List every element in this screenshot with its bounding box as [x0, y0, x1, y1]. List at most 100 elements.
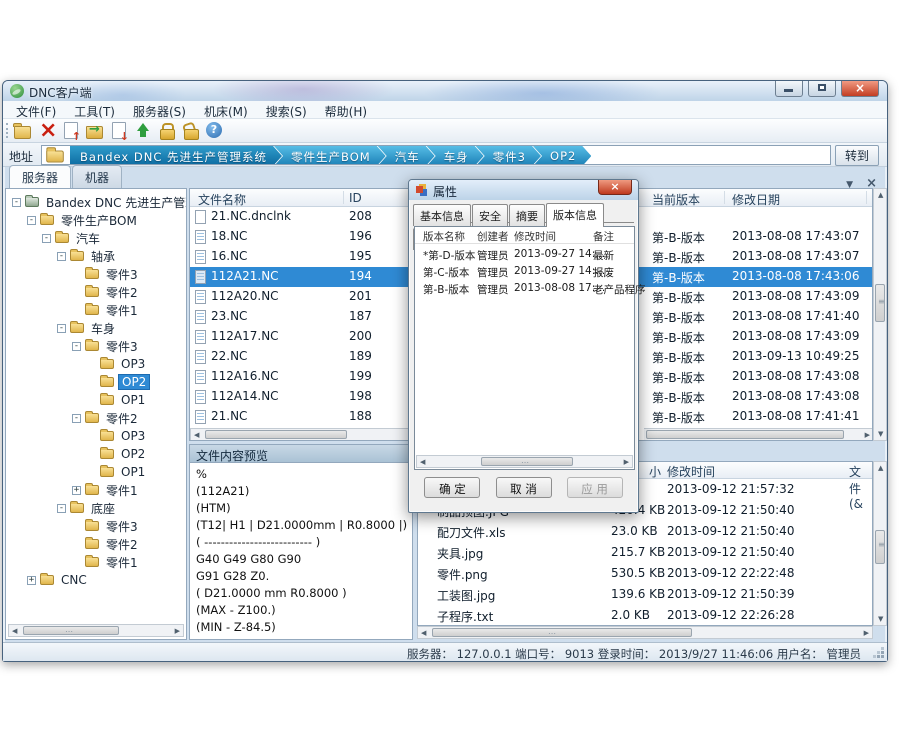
column-id[interactable]: ID	[349, 191, 362, 205]
breadcrumb-segment[interactable]: 零件3	[476, 146, 541, 165]
dialog-tab[interactable]: 基本信息	[413, 204, 471, 226]
tree-expander-icon[interactable]: -	[27, 216, 36, 225]
scroll-up-icon[interactable]: ▲	[878, 191, 883, 199]
tree-item[interactable]: 零件3	[6, 517, 186, 535]
dialog-tab[interactable]: 版本信息	[546, 203, 604, 227]
tree-item[interactable]: - 零件2	[6, 409, 186, 427]
tree-item[interactable]: 零件3	[6, 265, 186, 283]
子程序.txt[interactable]: 子程序.txt 2.0 KB 2013-09-12 22:26:28	[418, 605, 872, 626]
column-file-name[interactable]: 文件名称	[198, 191, 246, 208]
scroll-left-icon[interactable]: ◀	[420, 458, 425, 466]
tree-item[interactable]: OP2	[6, 373, 186, 391]
tree-item[interactable]: OP3	[6, 427, 186, 445]
unlock-icon[interactable]	[181, 121, 201, 141]
tree-item[interactable]: - Bandex DNC 先进生产管理系统	[6, 193, 186, 211]
version-list-horizontal-scrollbar[interactable]: ▶	[644, 428, 873, 441]
go-button[interactable]: 转到	[835, 145, 879, 166]
tree-item[interactable]: 零件2	[6, 535, 186, 553]
menu-item[interactable]: 搜索(S)	[257, 101, 316, 119]
maximize-button[interactable]	[808, 81, 836, 97]
upload-arrow-icon[interactable]	[133, 121, 153, 141]
tree-item[interactable]: 零件1	[6, 301, 186, 319]
tree-expander-icon[interactable]: -	[72, 342, 81, 351]
tree-item[interactable]: - 零件生产BOM	[6, 211, 186, 229]
lock-icon[interactable]	[157, 121, 177, 141]
scrollbar-thumb[interactable]	[432, 628, 692, 637]
第-C-版本[interactable]: 第-C-版本 管理员 2013-09-27 14:... 报废	[415, 263, 634, 280]
file-list-horizontal-scrollbar[interactable]: ◀	[190, 428, 410, 441]
column-current-version[interactable]: 当前版本	[652, 191, 700, 208]
breadcrumb-segment[interactable]: 汽车	[378, 146, 435, 165]
零件.png[interactable]: 零件.png 530.5 KB 2013-09-12 22:22:48	[418, 563, 872, 584]
attachment-vertical-scrollbar[interactable]: ▲ ≡ ▼	[873, 461, 887, 626]
dialog-tab[interactable]: 摘要	[509, 204, 545, 226]
tree-item[interactable]: + 零件1	[6, 481, 186, 499]
tree-item[interactable]: OP1	[6, 463, 186, 481]
delete-icon[interactable]	[37, 121, 57, 141]
column-modify-time[interactable]: 修改时间	[514, 229, 556, 244]
工装图.jpg[interactable]: 工装图.jpg 139.6 KB 2013-09-12 21:50:39	[418, 584, 872, 605]
menu-item[interactable]: 服务器(S)	[124, 101, 195, 119]
panel-close-icon[interactable]: ×	[866, 179, 877, 188]
menu-item[interactable]: 机床(M)	[195, 101, 257, 119]
scrollbar-thumb[interactable]	[646, 430, 844, 439]
dialog-close-button[interactable]: ×	[598, 180, 632, 195]
tree-expander-icon[interactable]: -	[12, 198, 21, 207]
tree-item[interactable]: OP2	[6, 445, 186, 463]
checkout-file-icon[interactable]	[109, 121, 129, 141]
breadcrumb-segment[interactable]: 零件生产BOM	[274, 146, 386, 165]
配刀文件.xls[interactable]: 配刀文件.xls 23.0 KB 2013-09-12 21:50:40	[418, 521, 872, 542]
column-modified-time[interactable]: 修改时间	[667, 463, 715, 480]
scroll-down-icon[interactable]: ▼	[878, 430, 883, 438]
tree-expander-icon[interactable]: -	[57, 252, 66, 261]
tree-item[interactable]: OP1	[6, 391, 186, 409]
tree-item[interactable]: 零件1	[6, 553, 186, 571]
scroll-right-icon[interactable]: ▶	[864, 629, 869, 637]
scroll-right-icon[interactable]: ▶	[624, 458, 629, 466]
breadcrumb-segment[interactable]: 车身	[427, 146, 484, 165]
column-modified-date[interactable]: 修改日期	[732, 191, 780, 208]
scroll-left-icon[interactable]: ◀	[194, 431, 199, 439]
tree-item[interactable]: - 汽车	[6, 229, 186, 247]
tree-expander-icon[interactable]: -	[42, 234, 51, 243]
open-folder-icon[interactable]	[85, 121, 105, 141]
scroll-left-icon[interactable]: ◀	[421, 629, 426, 637]
checkin-file-icon[interactable]	[61, 121, 81, 141]
menu-item[interactable]: 帮助(H)	[316, 101, 376, 119]
breadcrumb-segment[interactable]: Bandex DNC 先进生产管理系统	[70, 146, 282, 165]
minimize-button[interactable]	[775, 81, 803, 97]
ok-button[interactable]: 确 定	[424, 477, 480, 498]
tree-expander-icon[interactable]: -	[57, 324, 66, 333]
attachment-horizontal-scrollbar[interactable]: ◀ ⋯ ▶	[417, 626, 873, 639]
help-icon[interactable]	[205, 121, 225, 141]
tree-item[interactable]: + CNC	[6, 571, 186, 589]
scroll-down-icon[interactable]: ▼	[878, 615, 883, 623]
tree-item[interactable]: 零件2	[6, 283, 186, 301]
column-version-name[interactable]: 版本名称	[423, 229, 465, 244]
column-note[interactable]: 备注	[593, 229, 614, 244]
file-list-vertical-scrollbar[interactable]: ▲ ≡ ▼	[873, 188, 887, 441]
panel-tab[interactable]: 服务器	[9, 165, 71, 188]
tree-expander-icon[interactable]: +	[27, 576, 36, 585]
menu-item[interactable]: 文件(F)	[7, 101, 65, 119]
scroll-up-icon[interactable]: ▲	[878, 464, 883, 472]
new-folder-icon[interactable]	[13, 121, 33, 141]
tree-expander-icon[interactable]: -	[72, 414, 81, 423]
*第-D-版本[interactable]: *第-D-版本 管理员 2013-09-27 14:... 最新	[415, 246, 634, 263]
scroll-left-icon[interactable]: ◀	[12, 627, 17, 635]
scrollbar-thumb[interactable]	[205, 430, 347, 439]
dialog-horizontal-scrollbar[interactable]: ◀ ⋯ ▶	[416, 455, 633, 468]
tree-item[interactable]: - 车身	[6, 319, 186, 337]
scroll-right-icon[interactable]: ▶	[865, 431, 870, 439]
resize-grip[interactable]	[874, 648, 884, 658]
breadcrumb-segment[interactable]: OP2	[533, 146, 591, 165]
dialog-tab[interactable]: 安全	[472, 204, 508, 226]
column-creator[interactable]: 创建者	[477, 229, 509, 244]
address-field[interactable]: Bandex DNC 先进生产管理系统零件生产BOM汽车车身零件3OP2	[41, 145, 831, 165]
tree-item[interactable]: - 零件3	[6, 337, 186, 355]
tree-expander-icon[interactable]: +	[72, 486, 81, 495]
scroll-right-icon[interactable]: ▶	[175, 627, 180, 635]
第-B-版本[interactable]: 第-B-版本 管理员 2013-08-08 17:... 老产品程序	[415, 280, 634, 297]
夹具.jpg[interactable]: 夹具.jpg 215.7 KB 2013-09-12 21:50:40	[418, 542, 872, 563]
tree-item[interactable]: OP3	[6, 355, 186, 373]
